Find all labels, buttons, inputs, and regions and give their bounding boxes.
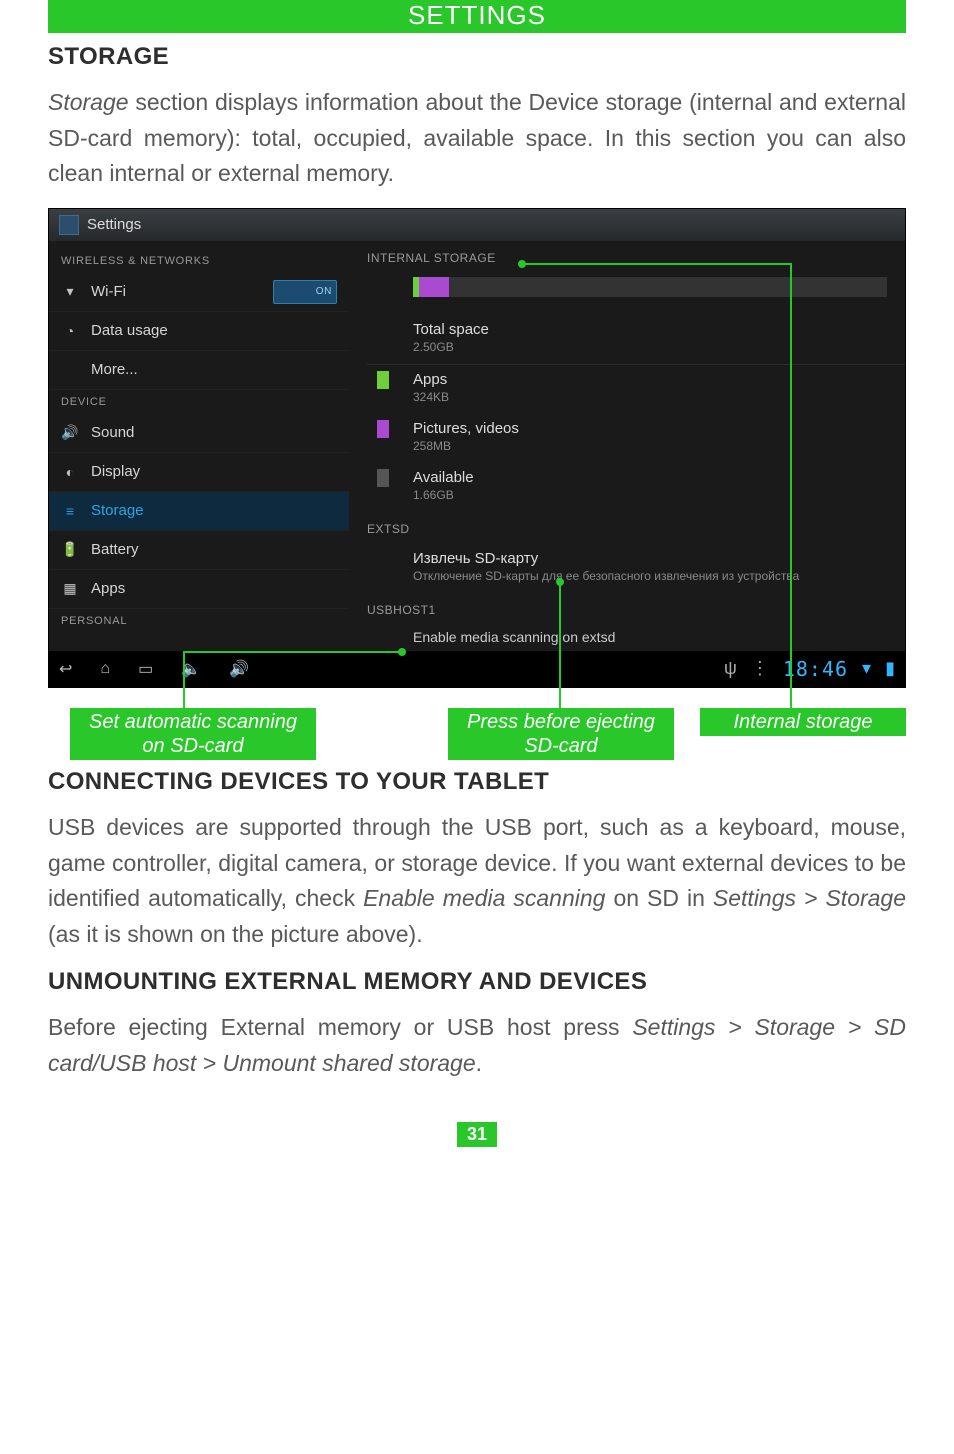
pictures-label: Pictures, videos	[413, 420, 887, 437]
page-number: 31	[457, 1122, 497, 1147]
wifi-toggle[interactable]: ON	[273, 280, 337, 304]
clock: 18:46	[783, 657, 848, 681]
annotation-line-scan-v	[183, 651, 185, 708]
apps-label: Apps	[91, 580, 125, 597]
wifi-icon: ▾	[61, 283, 79, 301]
back-icon[interactable]: ↩	[59, 659, 72, 679]
settings-sidebar: WIRELESS & NETWORKS ▾ Wi-Fi ON ◔ Data us…	[49, 241, 349, 651]
battery-status-icon: ▮	[885, 658, 895, 679]
unmounting-paragraph: Before ejecting External memory or USB h…	[48, 1010, 906, 1081]
usbhost-header: USBHOST1	[349, 593, 905, 625]
debug-icon: ⋮	[751, 658, 769, 679]
available-swatch	[377, 469, 389, 487]
storage-label: Storage	[91, 502, 144, 519]
display-icon: ◐	[61, 463, 79, 481]
wifi-label: Wi-Fi	[91, 283, 126, 300]
sidebar-category-personal: PERSONAL	[49, 609, 349, 633]
more-label: More...	[91, 361, 138, 378]
android-navbar: ↩ ⌂ ▭ 🔈 🔊 ψ ⋮ 18:46 ▾ ▮	[49, 651, 905, 687]
pictures-value: 258MB	[413, 439, 887, 453]
window-title: Settings	[87, 216, 141, 233]
available-row[interactable]: Available 1.66GB	[349, 463, 905, 512]
sidebar-item-battery[interactable]: 🔋 Battery	[49, 531, 349, 570]
header-bar: SETTINGS	[48, 0, 906, 33]
sidebar-item-data-usage[interactable]: ◔ Data usage	[49, 312, 349, 351]
enable-scanning-row[interactable]: Enable media scanning on extsd	[349, 625, 905, 645]
sidebar-item-apps[interactable]: ▦ Apps	[49, 570, 349, 609]
page-footer: 31	[0, 1122, 954, 1147]
storage-rest: section displays information about the D…	[48, 89, 906, 186]
eject-sd-row[interactable]: Извлечь SD-карту Отключение SD-карты для…	[349, 544, 905, 593]
data-usage-icon: ◔	[61, 322, 79, 340]
home-icon[interactable]: ⌂	[100, 660, 110, 678]
annotation-line-scan-h	[183, 651, 400, 653]
apps-swatch	[377, 371, 389, 389]
extsd-header: EXTSD	[349, 512, 905, 544]
total-space-value: 2.50GB	[413, 340, 887, 354]
usage-seg-media	[419, 277, 449, 297]
connecting-paragraph: USB devices are supported through the US…	[48, 810, 906, 953]
wifi-status-icon: ▾	[862, 658, 871, 679]
usb-icon: ψ	[724, 658, 737, 679]
sidebar-category-wireless: WIRELESS & NETWORKS	[49, 249, 349, 273]
total-space-row[interactable]: Total space 2.50GB	[349, 315, 905, 364]
volume-up-icon[interactable]: 🔊	[229, 659, 249, 679]
apps-value: 324KB	[413, 390, 887, 404]
recents-icon[interactable]: ▭	[138, 659, 153, 679]
total-space-label: Total space	[413, 321, 887, 338]
battery-label: Battery	[91, 541, 139, 558]
sidebar-item-wifi[interactable]: ▾ Wi-Fi ON	[49, 273, 349, 312]
apps-icon: ▦	[61, 580, 79, 598]
storage-lead-italic: Storage	[48, 89, 129, 115]
settings-content: INTERNAL STORAGE Total space 2.50GB Apps…	[349, 241, 905, 651]
callout-internal-storage: Internal storage	[700, 708, 906, 736]
apps-label: Apps	[413, 371, 887, 388]
sidebar-item-sound[interactable]: 🔊 Sound	[49, 414, 349, 453]
internal-storage-header: INTERNAL STORAGE	[349, 241, 905, 273]
annotation-line-internal-h	[522, 263, 792, 265]
enable-scanning-label: Enable media scanning on extsd	[413, 629, 887, 645]
annotation-line-eject-v	[559, 582, 561, 708]
display-label: Display	[91, 463, 140, 480]
battery-icon: 🔋	[61, 541, 79, 559]
window-titlebar: Settings	[49, 209, 905, 241]
eject-sd-label: Извлечь SD-карту	[413, 550, 887, 567]
available-value: 1.66GB	[413, 488, 887, 502]
pictures-row[interactable]: Pictures, videos 258MB	[349, 414, 905, 463]
section-heading-storage: STORAGE	[48, 43, 906, 71]
settings-app-icon	[59, 215, 79, 235]
sidebar-item-more[interactable]: More...	[49, 351, 349, 390]
pictures-swatch	[377, 420, 389, 438]
storage-usage-bar	[413, 277, 887, 297]
section-heading-unmounting: UNMOUNTING EXTERNAL MEMORY AND DEVICES	[48, 968, 906, 996]
callout-press-eject: Press before ejecting SD-card	[448, 708, 674, 760]
callout-auto-scan: Set automatic scanning on SD-card	[70, 708, 316, 760]
annotation-line-internal-v	[790, 263, 792, 708]
sound-icon: 🔊	[61, 424, 79, 442]
sidebar-item-storage[interactable]: ≡ Storage	[49, 492, 349, 531]
android-settings-screenshot: Settings WIRELESS & NETWORKS ▾ Wi-Fi ON …	[48, 208, 906, 688]
sound-label: Sound	[91, 424, 134, 441]
sidebar-category-device: DEVICE	[49, 390, 349, 414]
storage-icon: ≡	[61, 502, 79, 520]
eject-sd-sub: Отключение SD-карты для ее безопасного и…	[413, 569, 887, 583]
available-label: Available	[413, 469, 887, 486]
storage-paragraph: Storage section displays information abo…	[48, 85, 906, 192]
sidebar-item-display[interactable]: ◐ Display	[49, 453, 349, 492]
section-heading-connecting: CONNECTING DEVICES TO YOUR TABLET	[48, 768, 906, 796]
apps-row[interactable]: Apps 324KB	[349, 365, 905, 414]
data-usage-label: Data usage	[91, 322, 168, 339]
